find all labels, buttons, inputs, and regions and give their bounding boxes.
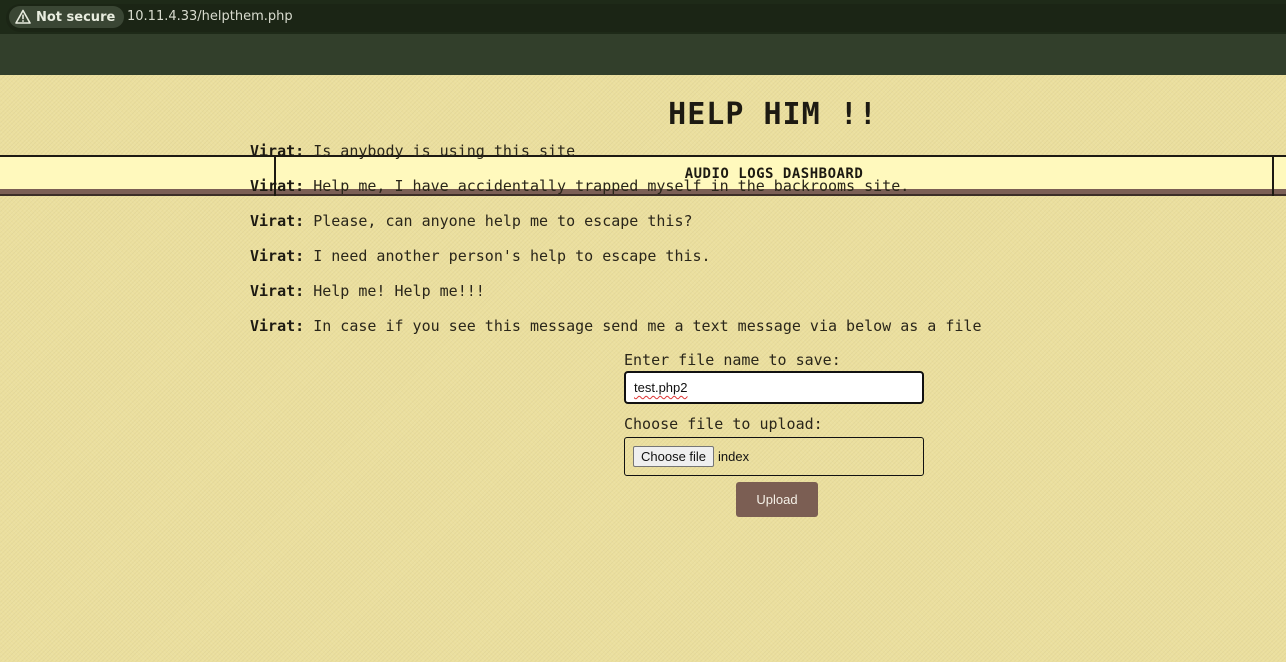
log-speaker: Virat: — [250, 317, 305, 335]
file-input[interactable]: Choose file index — [624, 437, 924, 476]
upload-button[interactable]: Upload — [736, 482, 818, 517]
audio-log-list: Virat: Is anybody is using this site Vir… — [250, 142, 982, 352]
log-line: Virat: Please, can anyone help me to esc… — [250, 212, 982, 247]
security-indicator[interactable]: Not secure — [9, 6, 125, 28]
log-message: Help me, I have accidentally trapped mys… — [313, 177, 910, 195]
filename-input[interactable]: test.php2 — [624, 371, 924, 404]
log-speaker: Virat: — [250, 247, 305, 265]
filename-label: Enter file name to save: — [624, 351, 841, 369]
log-speaker: Virat: — [250, 212, 305, 230]
security-label: Not secure — [36, 9, 116, 25]
nav-divider — [1272, 155, 1274, 196]
log-speaker: Virat: — [250, 177, 305, 195]
browser-toolbar-area — [0, 34, 1286, 75]
log-message: In case if you see this message send me … — [313, 317, 982, 335]
log-line: Virat: I need another person's help to e… — [250, 247, 982, 282]
log-line: Virat: Is anybody is using this site — [250, 142, 982, 177]
filename-value: test.php2 — [634, 380, 688, 395]
upload-form: Enter file name to save: test.php2 Choos… — [624, 351, 924, 476]
log-message: Is anybody is using this site — [313, 142, 576, 160]
log-message: Please, can anyone help me to escape thi… — [313, 212, 693, 230]
warning-icon — [15, 9, 31, 24]
log-line: Virat: Help me, I have accidentally trap… — [250, 177, 982, 212]
page-title: HELP HIM !! — [668, 97, 878, 132]
log-line: Virat: In case if you see this message s… — [250, 317, 982, 352]
log-message: I need another person's help to escape t… — [313, 247, 711, 265]
log-speaker: Virat: — [250, 142, 305, 160]
choose-file-button[interactable]: Choose file — [633, 446, 715, 467]
log-message: Help me! Help me!!! — [313, 282, 485, 300]
log-line: Virat: Help me! Help me!!! — [250, 282, 982, 317]
file-upload-label: Choose file to upload: — [624, 415, 823, 433]
url-text[interactable]: 10.11.4.33/helpthem.php — [127, 9, 293, 24]
log-speaker: Virat: — [250, 282, 305, 300]
chosen-file-name: index — [718, 449, 750, 464]
